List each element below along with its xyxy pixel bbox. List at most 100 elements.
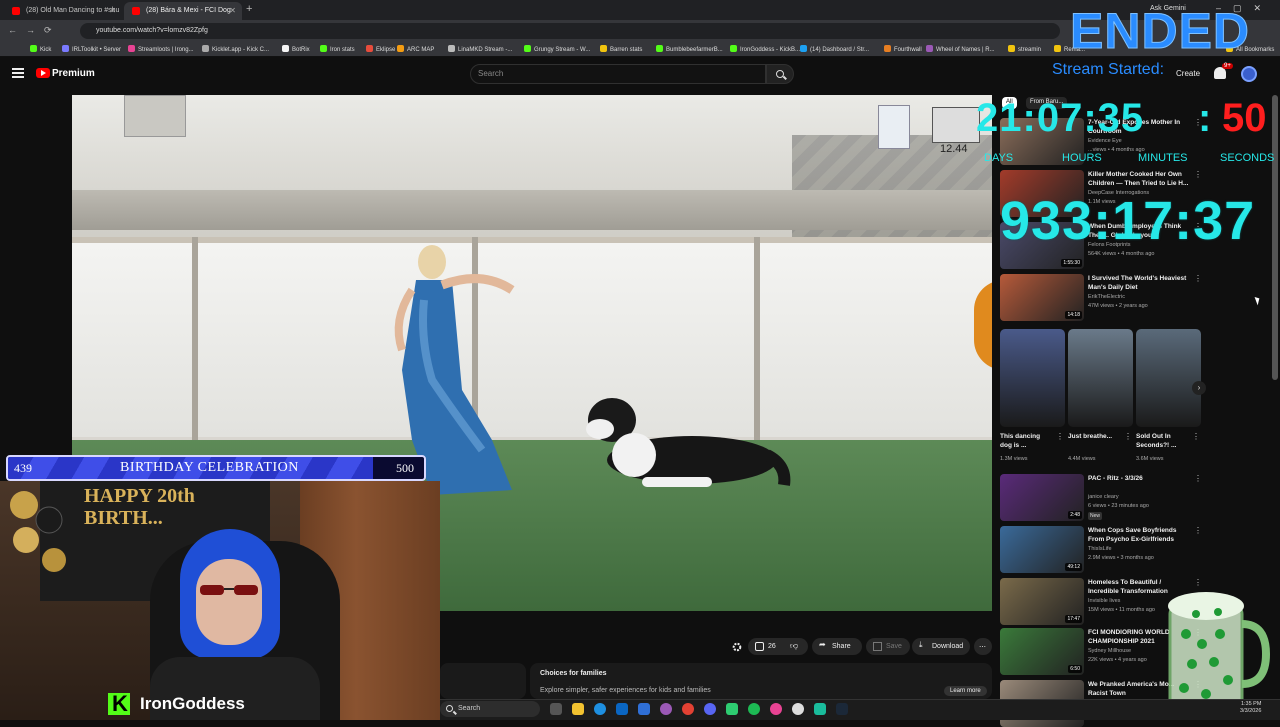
video-title[interactable]: I Survived The World's Heaviest Man's Da… [1088, 275, 1192, 293]
avatar[interactable] [1241, 66, 1257, 82]
taskbar-search[interactable] [440, 701, 540, 717]
mouse-cursor-icon [1254, 295, 1262, 306]
video-title[interactable]: When Cops Save Boyfriends From Psycho Ex… [1088, 527, 1192, 545]
bookmark-item[interactable]: Grungy Stream - W... [524, 45, 590, 53]
like-button[interactable]: 26 👎︎ [748, 638, 808, 655]
app-icon[interactable] [660, 703, 672, 715]
arena-sign [124, 95, 186, 137]
clock-date: 3/3/2026 [1240, 708, 1262, 715]
description-card[interactable] [440, 663, 526, 699]
video-thumbnail[interactable]: 6:50 [1000, 628, 1084, 675]
more-options-icon[interactable]: ⋮ [1194, 526, 1202, 535]
taskbar-clock[interactable]: 1:35 PM 3/3/2026 [1240, 701, 1261, 715]
video-channel[interactable]: ErikTheElectric [1088, 294, 1125, 300]
short-title[interactable]: Just breathe... [1068, 432, 1118, 441]
search-input[interactable] [470, 64, 766, 84]
short-thumbnail[interactable] [1136, 329, 1201, 427]
more-options-icon[interactable]: ⋮ [1194, 474, 1202, 483]
task-view-icon[interactable] [550, 703, 562, 715]
bookmark-label: BotRix [292, 47, 310, 53]
more-options-icon[interactable]: ⋮ [1194, 274, 1202, 283]
more-options-icon[interactable]: ⋮ [1124, 432, 1132, 441]
search-icon [446, 705, 453, 712]
video-thumbnail[interactable]: 17:47 [1000, 578, 1084, 625]
app-icon[interactable] [770, 703, 782, 715]
app-icon[interactable] [726, 703, 738, 715]
more-options-icon[interactable]: ⋮ [1192, 432, 1200, 441]
download-button[interactable]: ⤓ Download [912, 638, 970, 655]
bookmark-item[interactable]: (14) Dashboard / Str... [800, 45, 869, 53]
video-thumbnail[interactable]: 49:12 [1000, 526, 1084, 573]
discord-icon[interactable] [704, 703, 716, 715]
youtube-premium-label[interactable]: Premium [52, 68, 95, 79]
horse-logo [932, 107, 980, 143]
more-options-icon[interactable]: ⋮ [1194, 170, 1202, 179]
browser-tab-1[interactable]: (28) Old Man Dancing to #shu ✕ [4, 2, 122, 20]
elapsed-timer: 933:17:37 [1000, 191, 1256, 251]
bookmark-favicon-icon [62, 45, 69, 52]
bookmark-item[interactable]: Wheel of Names | R... [926, 45, 995, 53]
menu-icon[interactable] [12, 68, 24, 78]
video-thumbnail[interactable]: 14:18 [1000, 274, 1084, 321]
short-thumbnail[interactable] [1068, 329, 1133, 427]
spotify-icon[interactable] [748, 703, 760, 715]
search-button[interactable] [766, 64, 794, 84]
video-title[interactable]: PAC - Ritz - 3/3/26 [1088, 475, 1192, 484]
bookmark-item[interactable]: BotRix [282, 45, 310, 53]
sunglasses-icon [200, 585, 258, 595]
bookmark-label: Grungy Stream - W... [534, 47, 591, 53]
share-button[interactable]: ➦ Share [812, 638, 862, 655]
nav-buttons[interactable]: ←→⟳ [8, 25, 61, 36]
chrome-icon[interactable] [682, 703, 694, 715]
app-icon[interactable] [814, 703, 826, 715]
steam-icon[interactable] [836, 703, 848, 715]
short-thumbnail[interactable] [1000, 329, 1065, 427]
url-text[interactable]: youtube.com/watch?v=lomzv82Zpfg [96, 27, 208, 34]
video-channel[interactable]: ThisIsLife [1088, 546, 1112, 552]
bookmark-item[interactable]: Kick [30, 45, 51, 53]
video-duration: 1:55:30 [1061, 259, 1082, 267]
bookmark-item[interactable]: streamin [1008, 45, 1041, 53]
settings-gear-icon[interactable] [732, 642, 742, 652]
obs-icon[interactable] [792, 703, 804, 715]
bookmark-item[interactable]: LinaMKD Stream -... [448, 45, 512, 53]
short-title[interactable]: Sold Out In Seconds?! ... [1136, 432, 1186, 450]
create-button[interactable]: Create [1176, 69, 1200, 78]
bookmark-item[interactable]: Kicklet.app - Kick C... [202, 45, 269, 53]
short-views: 1.3M views [1000, 456, 1028, 462]
bookmark-item[interactable]: Barren stats [600, 45, 642, 53]
video-channel[interactable]: Invisible lives [1088, 598, 1120, 604]
thumbs-down-icon[interactable]: 👎︎ [790, 641, 798, 651]
video-channel[interactable]: janice cleary [1088, 494, 1119, 500]
scrollbar[interactable] [1272, 95, 1278, 380]
bookmark-item[interactable]: IRLToolkit • Server [62, 45, 121, 53]
bookmark-item[interactable]: Eklipse [366, 45, 395, 53]
youtube-logo-icon[interactable] [36, 68, 50, 78]
browser-tab-2[interactable]: (28) Bára & Mexi - FCI Dog ✕ [124, 2, 242, 20]
address-bar[interactable] [80, 23, 1060, 39]
more-options-icon[interactable]: ⋮ [1056, 432, 1064, 441]
store-icon[interactable] [638, 703, 650, 715]
bookmark-item[interactable]: Iron stats [320, 45, 355, 53]
close-tab-icon[interactable]: ✕ [229, 6, 236, 15]
edge-icon[interactable] [594, 703, 606, 715]
more-actions-button[interactable]: ⋯ [974, 638, 992, 655]
shorts-next-button[interactable]: › [1192, 381, 1206, 395]
video-title[interactable]: Killer Mother Cooked Her Own Children — … [1088, 171, 1192, 189]
short-title[interactable]: This dancing dog is ... [1000, 432, 1050, 450]
video-thumbnail[interactable]: 2:48 [1000, 474, 1084, 521]
video-meta: 22K views • 4 years ago [1088, 657, 1147, 663]
search-icon [776, 70, 784, 78]
file-explorer-icon[interactable] [572, 703, 584, 715]
video-channel[interactable]: Sydney Millhouse [1088, 648, 1131, 654]
mail-icon[interactable] [616, 703, 628, 715]
new-tab-button[interactable]: + [246, 3, 252, 15]
save-button[interactable]: Save [866, 638, 910, 655]
bookmark-item[interactable]: Streamloots | Irong... [128, 45, 194, 53]
bookmark-item[interactable]: BumblebeefarmerB... [656, 45, 723, 53]
bookmark-item[interactable]: IronGoddess - KickB... [730, 45, 800, 53]
bookmark-item[interactable]: ARC MAP [397, 45, 434, 53]
bookmark-item[interactable]: Fourthwall [884, 45, 922, 53]
learn-more-button[interactable]: Learn more [944, 686, 987, 696]
close-tab-icon[interactable]: ✕ [109, 6, 116, 15]
